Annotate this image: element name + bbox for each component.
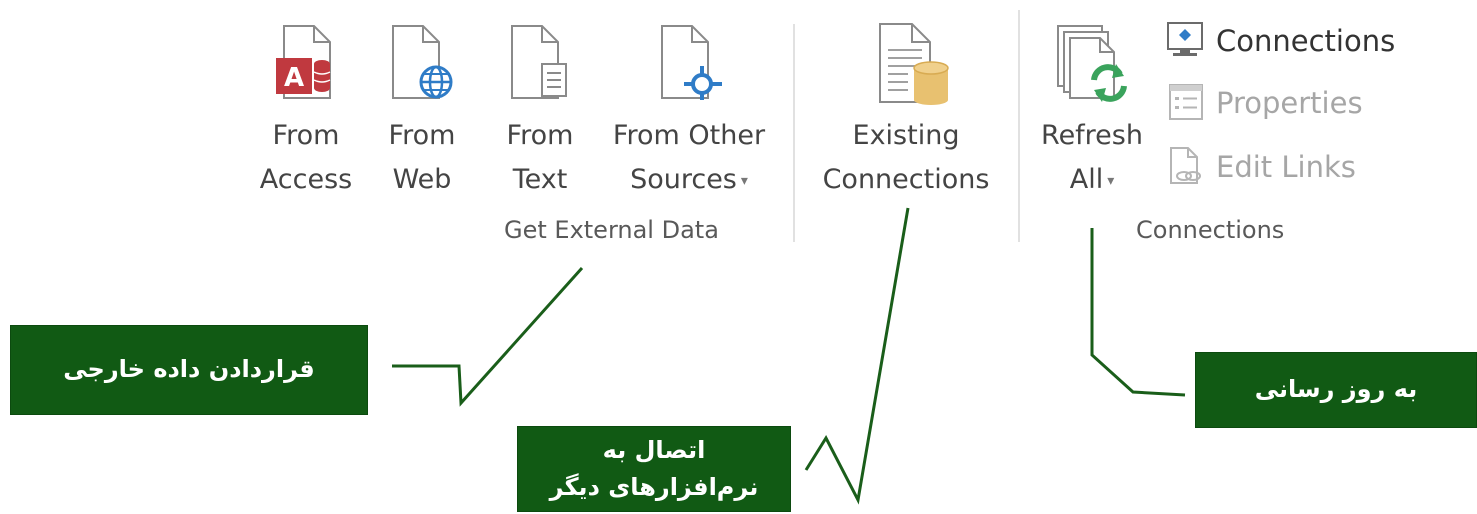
callout-other-software: اتصال به نرم‌افزارهای دیگر [517, 426, 791, 512]
callout-refresh-text: به روز رسانی [1254, 375, 1418, 404]
callout-other-software-line2: نرم‌افزارهای دیگر [549, 473, 759, 501]
existing-connections-connector [804, 207, 910, 505]
refresh-connector [1090, 228, 1186, 397]
external-data-connector [392, 266, 584, 407]
callout-refresh: به روز رسانی [1195, 352, 1477, 428]
callout-other-software-line1: اتصال به [602, 435, 706, 464]
callout-external-data: قراردادن داده خارجی [10, 325, 368, 415]
callout-external-data-text: قراردادن داده خارجی [63, 355, 315, 384]
